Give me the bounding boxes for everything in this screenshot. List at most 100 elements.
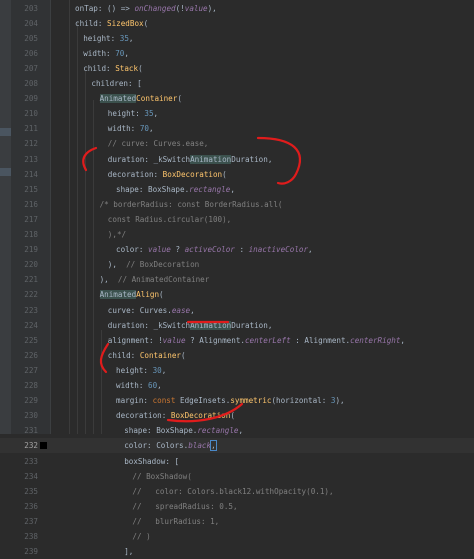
line-number: 239: [24, 547, 38, 557]
line-number: 209: [24, 94, 38, 104]
code-line[interactable]: 207 child: Stack(: [0, 61, 474, 76]
code-token: (horizontal:: [271, 396, 331, 406]
code-text: AnimatedAlign(: [99, 287, 164, 302]
code-line[interactable]: 230 decoration: BoxDecoration(: [0, 408, 474, 423]
code-line[interactable]: 220), // BoxDecoration: [0, 257, 474, 272]
code-line[interactable]: 219 color: value ? activeColor : inactive…: [0, 242, 474, 257]
code-token: ?: [170, 245, 185, 255]
code-line[interactable]: 232 color: Colors.black,: [0, 438, 474, 454]
code-token: ),: [99, 275, 118, 285]
code-line[interactable]: 208 children: [: [0, 76, 474, 91]
code-token: // curve: Curves.ease,: [107, 139, 209, 149]
line-number: 223: [24, 305, 38, 315]
code-line[interactable]: 237 // blurRadius: 1,: [0, 514, 474, 529]
code-token: width:: [107, 124, 140, 134]
code-token: black: [188, 441, 212, 451]
code-token: (: [180, 350, 186, 360]
code-token: height:: [116, 365, 153, 375]
code-line[interactable]: 238 // ): [0, 529, 474, 544]
line-number: 207: [24, 63, 38, 73]
code-token: ,: [210, 440, 217, 452]
code-line[interactable]: 205 height: 35,: [0, 31, 474, 46]
code-text: curve: Curves.ease,: [108, 303, 195, 318]
code-token: value: [148, 245, 171, 255]
code-token: Align: [136, 290, 160, 300]
code-token: ,: [153, 109, 159, 119]
code-token: ,: [157, 381, 162, 390]
code-text: // blurRadius: 1,: [132, 514, 219, 529]
code-token: duration: _kSwitch: [107, 154, 191, 164]
code-line[interactable]: 226 child: Container(: [0, 348, 474, 363]
code-line[interactable]: 209 AnimatedContainer(: [0, 91, 474, 106]
code-text: duration: _kSwitchAnimationDuration,: [107, 152, 273, 167]
code-token: child:: [83, 63, 116, 73]
code-token: (: [138, 63, 143, 73]
code-line[interactable]: 239],: [0, 544, 474, 559]
line-number: 227: [24, 365, 38, 375]
code-text: width: 70,: [108, 121, 154, 136]
code-token: ),: [107, 260, 127, 270]
code-text: duration: _kSwitchAnimationDuration,: [108, 318, 272, 333]
code-text: // spreadRadius: 0.5,: [132, 499, 237, 514]
code-line[interactable]: 218),*/: [0, 227, 474, 242]
code-token: Animated: [99, 290, 137, 300]
code-token: height:: [107, 109, 145, 119]
code-line[interactable]: 212 // curve: Curves.ease,: [0, 136, 474, 151]
code-line[interactable]: 206 width: 70,: [0, 46, 474, 61]
code-line[interactable]: 225 alignment: !value ? Alignment.centerL…: [0, 333, 474, 348]
code-text: child: Container(: [108, 348, 186, 363]
code-line[interactable]: 214 decoration: BoxDecoration(: [0, 167, 474, 182]
code-line[interactable]: 221), // AnimatedContainer: [0, 272, 474, 287]
line-number: 237: [24, 516, 38, 526]
code-line[interactable]: 224 duration: _kSwitchAnimationDuration,: [0, 318, 474, 333]
code-line[interactable]: 233 boxShadow: [: [0, 454, 474, 469]
line-number: 224: [24, 320, 38, 330]
code-token: // color: Colors.black12.withOpacity(0.1…: [132, 486, 334, 496]
line-number: 226: [24, 350, 38, 360]
code-line[interactable]: 229 margin: const EdgeInsets.symmetric(ho…: [0, 393, 474, 408]
line-number: 225: [24, 335, 38, 345]
code-token: boxShadow: [: [124, 456, 180, 466]
code-line[interactable]: 210 height: 35,: [0, 106, 474, 121]
code-line[interactable]: 217 const Radius.circular(100),: [0, 212, 474, 227]
line-number: 235: [24, 486, 38, 496]
code-line[interactable]: 234 // BoxShadow(: [0, 469, 474, 484]
line-number: 230: [24, 411, 38, 421]
code-line[interactable]: 213 duration: _kSwitchAnimationDuration,: [0, 152, 474, 167]
code-line[interactable]: 222 AnimatedAlign(: [0, 287, 474, 302]
code-line[interactable]: 231 shape: BoxShape.rectangle,: [0, 423, 474, 438]
code-token: ,: [230, 184, 235, 194]
line-number: 212: [24, 139, 38, 149]
code-line[interactable]: 216 /* borderRadius: const BorderRadius.a…: [0, 197, 474, 212]
code-line[interactable]: 236 // spreadRadius: 0.5,: [0, 499, 474, 514]
code-line[interactable]: 227 height: 30,: [0, 363, 474, 378]
code-token: centerLeft: [244, 335, 291, 345]
code-token: ),: [207, 3, 217, 13]
code-token: ,: [190, 305, 195, 315]
line-number: 228: [24, 381, 38, 390]
code-token: // ): [132, 532, 151, 541]
code-token: onChanged: [134, 3, 176, 13]
line-number: 216: [24, 199, 38, 209]
code-line[interactable]: 204 child: SizedBox(: [0, 16, 474, 31]
line-number: 203: [24, 3, 38, 13]
code-token: children: [: [91, 79, 142, 88]
code-text: const Radius.circular(100),: [108, 212, 231, 227]
line-number: 210: [24, 109, 38, 119]
line-number: 208: [24, 79, 38, 88]
code-text: margin: const EdgeInsets.symmetric(horiz…: [116, 393, 345, 408]
code-text: // color: Colors.black12.withOpacity(0.1…: [132, 484, 333, 499]
code-line[interactable]: 203 onTap: () => onChanged(!value),: [0, 1, 474, 16]
code-line[interactable]: 215 shape: BoxShape.rectangle,: [0, 182, 474, 197]
code-text: color: Colors.black,: [124, 438, 217, 453]
code-token: /* borderRadius: const BorderRadius.all(: [99, 199, 283, 209]
code-line[interactable]: 235 // color: Colors.black12.withOpacity(…: [0, 484, 474, 499]
code-token: Container: [136, 94, 178, 104]
code-text: decoration: BoxDecoration(: [108, 167, 227, 182]
breakpoint-marker[interactable]: [40, 442, 47, 450]
code-line[interactable]: 228 width: 60,: [0, 378, 474, 393]
code-line[interactable]: 211 width: 70,: [0, 121, 474, 136]
code-line[interactable]: 223 curve: Curves.ease,: [0, 303, 474, 318]
line-number: 220: [24, 260, 38, 270]
code-token: Duration,: [231, 154, 273, 164]
